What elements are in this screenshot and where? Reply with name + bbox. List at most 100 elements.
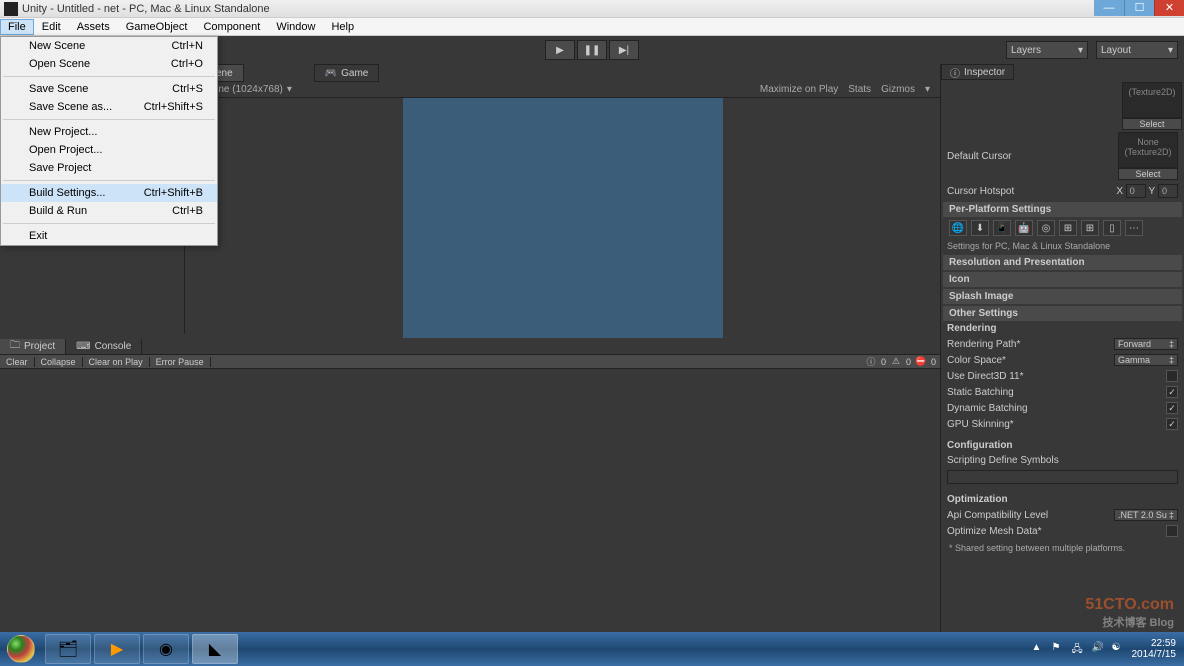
inspector-panel: ⓘInspector (Texture2D) Select Default Cu… [940, 64, 1184, 632]
dynamic-batch-checkbox[interactable]: ✓ [1166, 402, 1178, 414]
splash-header[interactable]: Splash Image [943, 289, 1182, 304]
shared-setting-note: * Shared setting between multiple platfo… [943, 539, 1182, 557]
folder-icon: 🗂 [58, 639, 78, 659]
resolution-header[interactable]: Resolution and Presentation [943, 255, 1182, 270]
play-button[interactable]: ▶ [545, 40, 575, 60]
console-clear-button[interactable]: Clear [0, 357, 35, 367]
platform-wp8-icon[interactable]: ⊞ [1081, 220, 1099, 236]
configuration-label: Configuration [943, 438, 1182, 453]
tray-clock[interactable]: 22:59 2014/7/15 [1132, 638, 1177, 660]
start-button[interactable] [0, 633, 42, 665]
file-menu-open-project-[interactable]: Open Project... [1, 141, 217, 159]
taskbar-mediaplayer[interactable]: ▶ [94, 634, 140, 664]
tray-up-icon[interactable]: ▲ [1032, 642, 1046, 656]
color-space-dropdown[interactable]: Gamma‡ [1114, 354, 1178, 366]
menu-separator [3, 76, 215, 77]
menu-edit[interactable]: Edit [34, 19, 69, 35]
console-clear-on-play-toggle[interactable]: Clear on Play [83, 357, 150, 367]
tab-console[interactable]: ⌨Console [66, 339, 142, 354]
tray-network-icon[interactable]: 🖧 [1072, 642, 1086, 656]
platform-metro-icon[interactable]: ⊞ [1059, 220, 1077, 236]
maximize-button[interactable]: ☐ [1124, 0, 1154, 16]
maximize-on-play-toggle[interactable]: Maximize on Play [760, 84, 838, 95]
taskbar-explorer[interactable]: 🗂 [45, 634, 91, 664]
gpu-skin-checkbox[interactable]: ✓ [1166, 418, 1178, 430]
menu-gameobject[interactable]: GameObject [118, 19, 196, 35]
tray-flag-icon[interactable]: ⚑ [1052, 642, 1066, 656]
close-button[interactable]: ✕ [1154, 0, 1184, 16]
texture-slot[interactable]: (Texture2D) [1122, 82, 1182, 118]
file-menu-dropdown: New SceneCtrl+NOpen SceneCtrl+O Save Scen… [0, 36, 218, 246]
menu-file[interactable]: File [0, 19, 34, 35]
aspect-chevron-icon: ▾ [287, 84, 292, 95]
bottom-panel: 🗀Project ⌨Console Clear Collapse Clear o… [0, 339, 940, 632]
file-menu-build-settings-[interactable]: Build Settings...Ctrl+Shift+B [1, 184, 217, 202]
stats-toggle[interactable]: Stats [848, 84, 871, 95]
cursor-select-button[interactable]: Select [1118, 168, 1178, 180]
platform-ios-icon[interactable]: 📱 [993, 220, 1011, 236]
static-batch-checkbox[interactable]: ✓ [1166, 386, 1178, 398]
other-settings-header[interactable]: Other Settings [943, 306, 1182, 321]
info-icon: ⓘ [950, 65, 960, 80]
file-menu-save-project[interactable]: Save Project [1, 159, 217, 177]
tab-project[interactable]: 🗀Project [0, 339, 66, 354]
file-menu-open-scene[interactable]: Open SceneCtrl+O [1, 55, 217, 73]
static-batch-label: Static Batching [947, 387, 1166, 398]
menu-help[interactable]: Help [323, 19, 362, 35]
per-platform-header: Per-Platform Settings [943, 202, 1182, 217]
platform-standalone-icon[interactable]: ⬇ [971, 220, 989, 236]
game-icon: 🎮 [325, 68, 337, 79]
taskbar-unity[interactable]: ◣ [192, 634, 238, 664]
api-compat-dropdown[interactable]: .NET 2.0 Su‡ [1114, 509, 1178, 521]
info-icon[interactable]: ⓘ [865, 356, 877, 368]
icon-header[interactable]: Icon [943, 272, 1182, 287]
hotspot-y-field[interactable]: 0 [1158, 184, 1178, 198]
menu-assets[interactable]: Assets [69, 19, 118, 35]
gizmos-dropdown[interactable]: Gizmos [881, 84, 915, 95]
optimize-mesh-checkbox[interactable] [1166, 525, 1178, 537]
file-menu-save-scene-as-[interactable]: Save Scene as...Ctrl+Shift+S [1, 98, 217, 116]
file-menu-new-scene[interactable]: New SceneCtrl+N [1, 37, 217, 55]
file-menu-new-project-[interactable]: New Project... [1, 123, 217, 141]
texture-select-button[interactable]: Select [1122, 118, 1182, 130]
file-menu-save-scene[interactable]: Save SceneCtrl+S [1, 80, 217, 98]
platform-android-icon[interactable]: 🤖 [1015, 220, 1033, 236]
platform-more-icon[interactable]: ⋯ [1125, 220, 1143, 236]
tray-volume-icon[interactable]: 🔊 [1092, 642, 1106, 656]
d3d11-checkbox[interactable] [1166, 370, 1178, 382]
file-menu-exit[interactable]: Exit [1, 227, 217, 245]
menu-separator [3, 180, 215, 181]
tray-ime-icon[interactable]: ☯ [1112, 642, 1126, 656]
warning-icon[interactable]: ⚠ [890, 356, 902, 368]
taskbar-chrome[interactable]: ◉ [143, 634, 189, 664]
error-icon[interactable]: ⛔ [915, 356, 927, 368]
menu-component[interactable]: Component [195, 19, 268, 35]
layout-dropdown[interactable]: Layout▾ [1096, 41, 1178, 59]
pause-button[interactable]: ❚❚ [577, 40, 607, 60]
default-cursor-texture[interactable]: None(Texture2D) [1118, 132, 1178, 168]
scripting-define-field[interactable] [947, 470, 1178, 484]
hotspot-x-field[interactable]: 0 [1126, 184, 1146, 198]
console-collapse-toggle[interactable]: Collapse [35, 357, 83, 367]
console-error-pause-toggle[interactable]: Error Pause [150, 357, 211, 367]
platform-bb-icon[interactable]: ◎ [1037, 220, 1055, 236]
tab-game[interactable]: 🎮Game [314, 64, 380, 82]
d3d11-label: Use Direct3D 11* [947, 371, 1166, 382]
game-view[interactable] [403, 98, 723, 338]
tab-inspector[interactable]: ⓘInspector [941, 64, 1014, 80]
menu-window[interactable]: Window [268, 19, 323, 35]
play-icon: ▶ [111, 639, 123, 659]
unity-icon: ◣ [209, 639, 221, 659]
optimization-label: Optimization [943, 492, 1182, 507]
menu-separator [3, 119, 215, 120]
cursor-hotspot-label: Cursor Hotspot [947, 186, 1116, 197]
step-button[interactable]: ▶| [609, 40, 639, 60]
settings-for-label: Settings for PC, Mac & Linux Standalone [943, 239, 1182, 253]
platform-web-icon[interactable]: 🌐 [949, 220, 967, 236]
minimize-button[interactable]: — [1094, 0, 1124, 16]
file-menu-build-run[interactable]: Build & RunCtrl+B [1, 202, 217, 220]
unity-logo-icon [4, 2, 18, 16]
platform-other-icon[interactable]: ▯ [1103, 220, 1121, 236]
rendering-path-dropdown[interactable]: Forward‡ [1114, 338, 1178, 350]
layers-dropdown[interactable]: Layers▾ [1006, 41, 1088, 59]
